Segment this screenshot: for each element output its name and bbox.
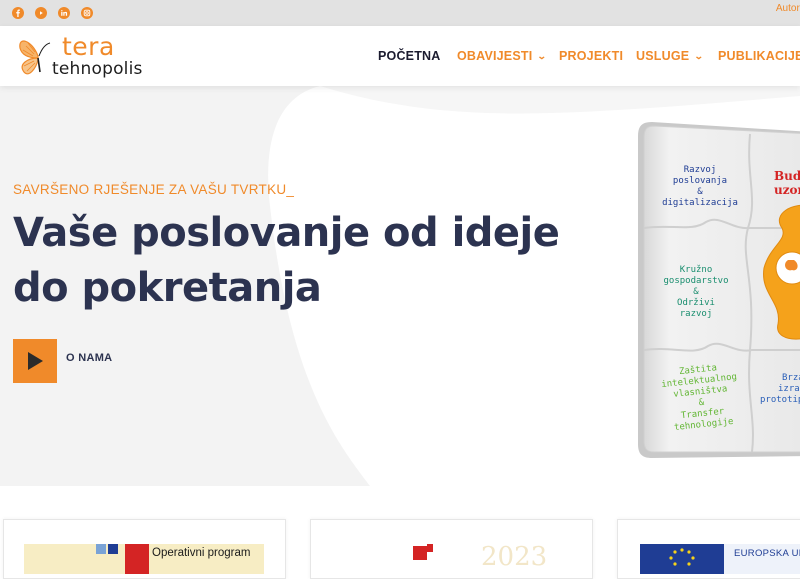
nav-item-projekti[interactable]: PROJEKTI: [559, 49, 623, 63]
red-logo-icon: [413, 546, 427, 560]
nav-item-usluge[interactable]: USLUGE ⌄: [636, 49, 705, 63]
social-links: [12, 0, 104, 26]
eu-flag-icon: [640, 544, 724, 574]
about-us-link[interactable]: O NAMA: [66, 352, 112, 364]
card1-text: Operativni program: [152, 547, 251, 559]
partner-card-3[interactable]: EUROPSKA UNI: [617, 519, 800, 579]
hero-section: SAVRŠENO RJEŠENJE ZA VAŠU TVRTKU_ Vaše p…: [0, 86, 800, 486]
facebook-icon[interactable]: [12, 7, 24, 19]
top-bar: Autori: [0, 0, 800, 26]
chevron-down-icon: ⌄: [537, 50, 548, 61]
eu-square-icon: [108, 544, 118, 554]
play-video-button[interactable]: [13, 339, 57, 383]
linkedin-icon[interactable]: [58, 7, 70, 19]
red-square-icon: [125, 544, 149, 574]
nav-label: POČETNA: [378, 49, 441, 63]
hero-tagline: SAVRŠENO RJEŠENJE ZA VAŠU TVRTKU_: [13, 182, 295, 197]
eu-square-icon: [96, 544, 106, 554]
card3-text: EUROPSKA UNI: [734, 548, 800, 559]
main-nav: POČETNA OBAVIJESTI ⌄ PROJEKTI USLUGE ⌄ P…: [0, 26, 800, 86]
partner-cards: Operativni program 2023 EUROPSKA UNI: [0, 486, 800, 579]
partner-card-2[interactable]: 2023: [310, 519, 593, 579]
card2-year: 2023: [481, 542, 548, 572]
nav-label: PROJEKTI: [559, 49, 624, 63]
youtube-icon[interactable]: [35, 7, 47, 19]
box-label-budi: Budiuzor: [774, 169, 800, 197]
partner-card-1[interactable]: Operativni program: [3, 519, 286, 579]
site-header: tera tehnopolis POČETNA OBAVIJESTI ⌄ PRO…: [0, 26, 800, 86]
nav-item-publikacije[interactable]: PUBLIKACIJE: [718, 49, 800, 63]
play-icon: [28, 352, 43, 370]
nav-label: USLUGE: [636, 49, 690, 63]
instagram-icon[interactable]: [81, 7, 93, 19]
nav-item-obavijesti[interactable]: OBAVIJESTI ⌄: [457, 49, 548, 63]
nav-item-pocetna[interactable]: POČETNA: [378, 49, 441, 63]
red-logo-icon: [427, 544, 433, 552]
chevron-down-icon: ⌄: [694, 50, 705, 61]
nav-label: OBAVIJESTI: [457, 49, 533, 63]
login-link[interactable]: Autori: [776, 3, 800, 14]
hero-headline: Vaše poslovanje od ideje do pokretanja: [13, 210, 560, 311]
puzzle-box-illustration: Razvoj poslovanja & digitalizacija Kružno go…: [638, 122, 800, 458]
nav-label: PUBLIKACIJE: [718, 49, 800, 63]
